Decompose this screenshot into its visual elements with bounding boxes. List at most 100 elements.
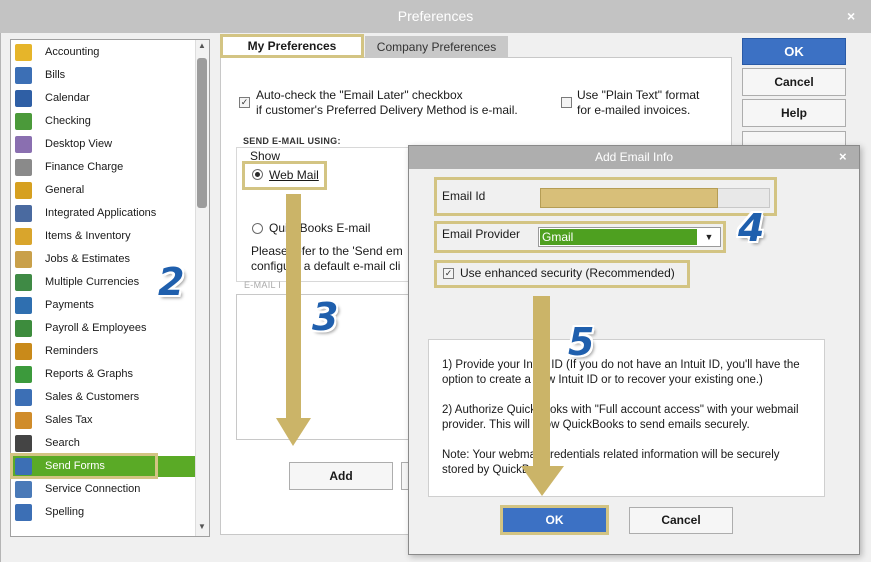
sidebar-item-label: Checking bbox=[45, 115, 91, 127]
sidebar-item-label: Service Connection bbox=[45, 483, 141, 495]
sidebar-item-label: General bbox=[45, 184, 85, 196]
jobs-estimates-icon bbox=[15, 251, 32, 268]
cancel-button[interactable]: Cancel bbox=[742, 68, 846, 96]
sidebar-item-label: Bills bbox=[45, 69, 66, 81]
web-mail-radio[interactable] bbox=[252, 169, 263, 180]
multiple-currencies-icon bbox=[15, 274, 32, 291]
sidebar-item-label: Desktop View bbox=[45, 138, 113, 150]
desktop-view-icon bbox=[15, 136, 32, 153]
sidebar-item[interactable]: Bills bbox=[13, 65, 195, 86]
sidebar-item[interactable]: Sales & Customers bbox=[13, 387, 195, 408]
sidebar-item-label: Search bbox=[45, 437, 80, 449]
window-title: Preferences bbox=[0, 0, 871, 33]
sidebar-item-label: Payments bbox=[45, 299, 94, 311]
instruction-2-line1: 2) Authorize QuickBooks with "Full accou… bbox=[442, 404, 799, 416]
sidebar-item-label: Spelling bbox=[45, 506, 85, 518]
sidebar-item[interactable]: Integrated Applications bbox=[13, 203, 195, 224]
payments-icon bbox=[15, 297, 32, 314]
dialog-cancel-button[interactable]: Cancel bbox=[629, 507, 733, 534]
plain-text-label-line2: for e-mailed invoices. bbox=[577, 103, 691, 117]
sidebar-item[interactable]: Reminders bbox=[13, 341, 195, 362]
scroll-up-icon[interactable]: ▲ bbox=[196, 41, 208, 53]
sidebar-item[interactable]: Calendar bbox=[13, 88, 195, 109]
general-icon bbox=[15, 182, 32, 199]
instruction-2-line2: provider. This will allow QuickBooks to … bbox=[442, 419, 750, 431]
dialog-ok-button[interactable]: OK bbox=[503, 508, 606, 532]
service-connection-icon bbox=[15, 481, 32, 498]
scroll-thumb[interactable] bbox=[197, 58, 207, 208]
sidebar-item[interactable]: Service Connection bbox=[13, 479, 195, 500]
instruction-1-line1: 1) Provide your Intuit ID (If you do not… bbox=[442, 359, 800, 371]
default-button-partial[interactable] bbox=[742, 131, 846, 145]
email-provider-value[interactable]: Gmail bbox=[540, 229, 697, 245]
integrated-applications-icon bbox=[15, 205, 32, 222]
sidebar-item-label: Integrated Applications bbox=[45, 207, 157, 219]
finance-charge-icon bbox=[15, 159, 32, 176]
instruction-1-line2: option to create a new Intuit ID or to r… bbox=[442, 374, 763, 386]
tab-company-preferences[interactable]: Company Preferences bbox=[365, 36, 508, 58]
quickbooks-email-radio[interactable] bbox=[252, 223, 263, 234]
enhanced-security-label: Use enhanced security (Recommended) bbox=[460, 266, 675, 280]
dialog-title: Add Email Info bbox=[409, 146, 859, 169]
sidebar-item[interactable]: Payroll & Employees bbox=[13, 318, 195, 339]
sidebar-item-label: Calendar bbox=[45, 92, 90, 104]
plain-text-checkbox[interactable] bbox=[561, 97, 572, 108]
sidebar-item[interactable]: General bbox=[13, 180, 195, 201]
plain-text-label-line1: Use "Plain Text" format bbox=[577, 88, 700, 102]
down-arrow-5 bbox=[521, 296, 564, 496]
sidebar-item-label: Sales Tax bbox=[45, 414, 93, 426]
checking-icon bbox=[15, 113, 32, 130]
auto-check-label-line2: if customer's Preferred Delivery Method … bbox=[256, 103, 518, 117]
sales-customers-icon bbox=[15, 389, 32, 406]
step-number-5: 5 bbox=[568, 320, 595, 364]
email-id-input-end[interactable] bbox=[718, 188, 770, 208]
tab-my-preferences-label: My Preferences bbox=[247, 39, 337, 53]
payroll-employees-icon bbox=[15, 320, 32, 337]
sidebar-item-label: Accounting bbox=[45, 46, 100, 58]
send-forms-highlight bbox=[10, 453, 158, 479]
bills-icon bbox=[15, 67, 32, 84]
sidebar-item[interactable]: Accounting bbox=[13, 42, 195, 63]
accounting-icon bbox=[15, 44, 32, 61]
sidebar-item-label: Payroll & Employees bbox=[45, 322, 147, 334]
ok-button[interactable]: OK bbox=[742, 38, 846, 65]
sidebar-item-label: Sales & Customers bbox=[45, 391, 140, 403]
items-inventory-icon bbox=[15, 228, 32, 245]
sidebar-item-label: Jobs & Estimates bbox=[45, 253, 130, 265]
dialog-close-icon[interactable]: × bbox=[839, 149, 853, 165]
help-button[interactable]: Help bbox=[742, 99, 846, 127]
scroll-down-icon[interactable]: ▼ bbox=[196, 522, 208, 534]
email-id-input[interactable] bbox=[540, 188, 718, 208]
send-email-using-heading: SEND E-MAIL USING: bbox=[243, 136, 341, 146]
email-id-label: Email Id bbox=[442, 189, 486, 203]
spelling-icon bbox=[15, 504, 32, 521]
sidebar-item[interactable]: Items & Inventory bbox=[13, 226, 195, 247]
enhanced-security-checkbox[interactable]: ✓ bbox=[443, 268, 454, 279]
sidebar-item[interactable]: Sales Tax bbox=[13, 410, 195, 431]
chevron-down-icon[interactable]: ▼ bbox=[699, 229, 719, 245]
reminders-icon bbox=[15, 343, 32, 360]
close-icon[interactable]: × bbox=[847, 8, 861, 24]
reports-graphs-icon bbox=[15, 366, 32, 383]
note-line1: Note: Your webmail credentials related i… bbox=[442, 449, 780, 461]
tab-my-preferences[interactable]: My Preferences bbox=[220, 34, 364, 58]
sidebar-item[interactable]: Spelling bbox=[13, 502, 195, 523]
sidebar-item[interactable]: Desktop View bbox=[13, 134, 195, 155]
sidebar-item[interactable]: Checking bbox=[13, 111, 195, 132]
sales-tax-icon bbox=[15, 412, 32, 429]
auto-check-label-line1: Auto-check the "Email Later" checkbox bbox=[256, 88, 463, 102]
search-icon bbox=[15, 435, 32, 452]
add-button[interactable]: Add bbox=[289, 462, 393, 490]
sidebar-item[interactable]: Search bbox=[13, 433, 195, 454]
email-provider-label: Email Provider bbox=[442, 227, 521, 241]
sidebar-item-label: Multiple Currencies bbox=[45, 276, 140, 288]
sidebar-item[interactable]: Reports & Graphs bbox=[13, 364, 195, 385]
web-mail-label[interactable]: Web Mail bbox=[269, 168, 319, 183]
sidebar-item-label: Reports & Graphs bbox=[45, 368, 134, 380]
sidebar-item-label: Reminders bbox=[45, 345, 99, 357]
step-number-4: 4 bbox=[738, 206, 765, 250]
step-number-3: 3 bbox=[312, 295, 339, 339]
sidebar-item[interactable]: Finance Charge bbox=[13, 157, 195, 178]
sidebar-item-label: Items & Inventory bbox=[45, 230, 131, 242]
auto-check-email-later-checkbox[interactable]: ✓ bbox=[239, 97, 250, 108]
